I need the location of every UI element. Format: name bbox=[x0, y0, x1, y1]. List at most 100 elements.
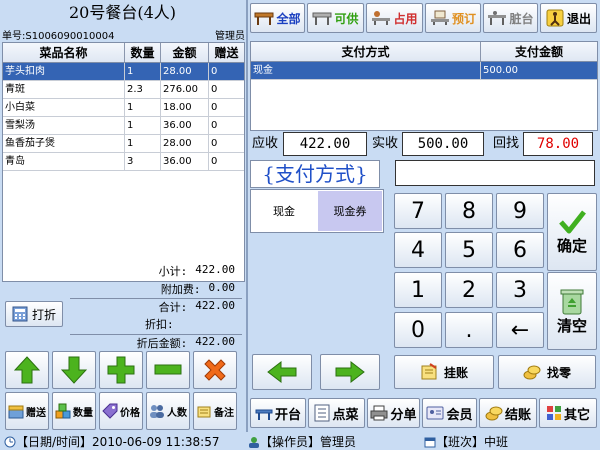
add-button[interactable] bbox=[99, 351, 143, 389]
table-row[interactable]: 芋头扣肉 1 28.00 0 bbox=[3, 63, 244, 81]
recycle-bin-icon bbox=[560, 289, 584, 314]
table-title: 20号餐台(4人) bbox=[68, 3, 177, 22]
discount-button[interactable]: 打折 bbox=[5, 301, 63, 327]
other-label: 其它 bbox=[563, 407, 590, 423]
sum-label: 合计: bbox=[158, 301, 188, 314]
sum-block: 合计: 422.00 折扣: bbox=[100, 299, 235, 333]
filter-available-button[interactable]: 可供 bbox=[307, 3, 364, 33]
header-amount: 金额 bbox=[161, 43, 209, 62]
member-card-icon bbox=[426, 406, 444, 420]
dish-amount: 36.00 bbox=[161, 117, 209, 134]
filter-dirty-button[interactable]: 脏台 bbox=[483, 3, 538, 33]
open-table-button[interactable]: 开台 bbox=[250, 398, 306, 428]
payment-method-heading: {支付方式} bbox=[250, 160, 380, 188]
note-icon bbox=[197, 406, 211, 418]
people-button[interactable]: 人数 bbox=[146, 392, 190, 430]
checkout-label: 结账 bbox=[504, 407, 531, 423]
key-7[interactable]: 7 bbox=[394, 193, 442, 229]
open-table-label: 开台 bbox=[274, 407, 301, 423]
key-8[interactable]: 8 bbox=[445, 193, 493, 229]
key-9[interactable]: 9 bbox=[496, 193, 544, 229]
pay-amount-cell: 500.00 bbox=[483, 65, 518, 76]
table-row[interactable]: 青斑 2.3 276.00 0 bbox=[3, 81, 244, 99]
other-button[interactable]: 其它 bbox=[539, 398, 597, 428]
key-3[interactable]: 3 bbox=[496, 272, 544, 308]
operator-label: 【操作员】 bbox=[260, 435, 321, 449]
dish-table[interactable]: 菜品名称 数量 金额 赠送 芋头扣肉 1 28.00 0 青斑 2.3 276.… bbox=[2, 42, 245, 282]
move-down-button[interactable] bbox=[52, 351, 96, 389]
price-button-label: 价格 bbox=[120, 407, 140, 419]
note-button[interactable]: 备注 bbox=[193, 392, 237, 430]
table-row[interactable]: 青岛 3 36.00 0 bbox=[3, 153, 244, 171]
dish-name: 芋头扣肉 bbox=[3, 63, 125, 80]
operator-status: 【操作员】 管理员 bbox=[248, 433, 356, 450]
clear-button-label: 清空 bbox=[556, 316, 587, 335]
key-5[interactable]: 5 bbox=[445, 232, 493, 268]
exit-button[interactable]: 退出 bbox=[540, 3, 597, 33]
move-up-button[interactable] bbox=[5, 351, 49, 389]
grid-icon bbox=[546, 406, 561, 420]
subtotal-label: 小计: bbox=[158, 265, 188, 278]
dish-name: 小白菜 bbox=[3, 99, 125, 116]
due-label: 应收 bbox=[252, 136, 279, 151]
key-1[interactable]: 1 bbox=[394, 272, 442, 308]
voucher-method-button[interactable]: 现金券 bbox=[318, 191, 382, 231]
price-button[interactable]: 价格 bbox=[99, 392, 143, 430]
operator-value: 管理员 bbox=[320, 435, 357, 449]
split-bill-button[interactable]: 分单 bbox=[367, 398, 420, 428]
left-arrow-icon bbox=[267, 361, 297, 383]
clear-button[interactable]: 清空 bbox=[547, 272, 597, 350]
dish-amount: 36.00 bbox=[161, 153, 209, 170]
due-amount: 422.00 bbox=[283, 132, 367, 156]
filter-all-button[interactable]: 全部 bbox=[250, 3, 305, 33]
boxes-icon bbox=[55, 403, 71, 419]
table-row[interactable]: 鱼香茄子煲 1 28.00 0 bbox=[3, 135, 244, 153]
quantity-button[interactable]: 数量 bbox=[52, 392, 96, 430]
next-button[interactable] bbox=[320, 354, 380, 390]
minus-button[interactable] bbox=[146, 351, 190, 389]
cash-method-button[interactable]: 现金 bbox=[252, 191, 316, 231]
payment-method-list: 现金 现金券 bbox=[250, 189, 384, 233]
filter-occupied-button[interactable]: 占用 bbox=[366, 3, 423, 33]
amount-input[interactable] bbox=[395, 160, 595, 186]
filter-all-label: 全部 bbox=[276, 11, 301, 26]
find-change-button[interactable]: 找零 bbox=[498, 355, 596, 389]
paid-label: 实收 bbox=[372, 136, 399, 151]
delete-button[interactable] bbox=[193, 351, 237, 389]
panel-divider bbox=[246, 0, 248, 432]
delete-x-icon bbox=[204, 359, 226, 381]
minus-icon bbox=[154, 364, 182, 375]
confirm-button[interactable]: 确定 bbox=[547, 193, 597, 271]
credit-button[interactable]: 挂账 bbox=[394, 355, 494, 389]
checkout-button[interactable]: 结账 bbox=[479, 398, 537, 428]
datetime-value: 2010-06-09 11:38:57 bbox=[92, 434, 220, 449]
checkmark-icon bbox=[559, 209, 586, 233]
key-6[interactable]: 6 bbox=[496, 232, 544, 268]
key-0[interactable]: 0 bbox=[394, 312, 442, 348]
menu-icon bbox=[314, 404, 330, 422]
header-dish-name: 菜品名称 bbox=[3, 43, 125, 62]
key-2[interactable]: 2 bbox=[445, 272, 493, 308]
paid-amount-field[interactable]: 500.00 bbox=[402, 132, 484, 156]
dish-gift: 0 bbox=[211, 102, 218, 113]
pay-method-cell: 现金 bbox=[251, 62, 481, 79]
datetime-label: 【日期/时间】 bbox=[16, 435, 93, 449]
key-backspace[interactable]: ← bbox=[496, 312, 544, 348]
header-pay-method: 支付方式 bbox=[251, 42, 481, 61]
key-4[interactable]: 4 bbox=[394, 232, 442, 268]
table-row[interactable]: 现金 500.00 bbox=[251, 62, 597, 80]
dish-amount: 276.00 bbox=[161, 81, 209, 98]
prev-button[interactable] bbox=[252, 354, 312, 390]
order-dishes-button[interactable]: 点菜 bbox=[308, 398, 365, 428]
key-dot[interactable]: . bbox=[445, 312, 493, 348]
table-row[interactable]: 小白菜 1 18.00 0 bbox=[3, 99, 244, 117]
reserved-table-icon bbox=[430, 10, 449, 25]
filter-reserved-button[interactable]: 预订 bbox=[425, 3, 481, 33]
subtotal-line: 小计: 422.00 附加费: 0.00 bbox=[100, 263, 235, 299]
payment-table[interactable]: 支付方式 支付金额 现金 500.00 bbox=[250, 41, 598, 131]
gift-button[interactable]: 赠送 bbox=[5, 392, 49, 430]
plus-icon bbox=[107, 356, 135, 384]
user-icon bbox=[249, 436, 259, 448]
table-row[interactable]: 雪梨汤 1 36.00 0 bbox=[3, 117, 244, 135]
member-button[interactable]: 会员 bbox=[422, 398, 477, 428]
